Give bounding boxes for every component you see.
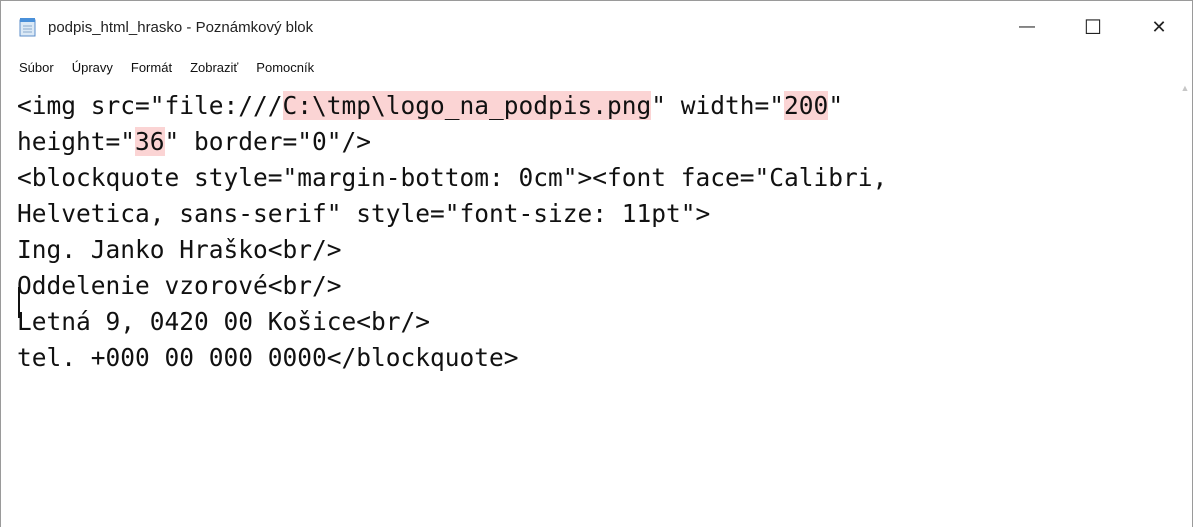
text-segment: Oddelenie vzorové<br/> — [17, 271, 342, 300]
menu-item-edit[interactable]: Úpravy — [72, 60, 113, 75]
highlighted-text: 200 — [784, 91, 829, 120]
vertical-scrollbar[interactable]: ▲ — [1178, 81, 1192, 527]
text-caret — [18, 287, 20, 318]
menu-item-view[interactable]: Zobraziť — [190, 60, 238, 75]
text-segment: height=" — [17, 127, 136, 156]
text-line: Oddelenie vzorové<br/> — [17, 268, 1192, 304]
text-line: Ing. Janko Hraško<br/> — [17, 232, 1192, 268]
maximize-button[interactable]: ☐ — [1060, 1, 1126, 53]
window-controls: — ☐ ✕ — [994, 1, 1192, 53]
text-segment: Letná 9, 0420 00 Košice<br/> — [17, 307, 431, 336]
text-line: tel. +000 00 000 0000</blockquote> — [17, 340, 1192, 376]
text-segment: <blockquote style="margin-bottom: 0cm"><… — [17, 163, 888, 192]
text-editor[interactable]: <img src="file:///C:\tmp\logo_na_podpis.… — [1, 81, 1192, 527]
text-segment: Helvetica, sans-serif" style="font-size:… — [17, 199, 711, 228]
window-title: podpis_html_hrasko - Poznámkový blok — [48, 18, 314, 36]
scroll-up-arrow-icon[interactable]: ▲ — [1178, 81, 1192, 95]
minimize-button[interactable]: — — [994, 1, 1060, 53]
maximize-icon: ☐ — [1084, 16, 1102, 39]
notepad-icon — [19, 17, 37, 37]
text-segment: <img src="file:/// — [17, 91, 283, 120]
text-line: Helvetica, sans-serif" style="font-size:… — [17, 196, 1192, 232]
text-segment: " — [828, 91, 844, 120]
menu-item-file[interactable]: Súbor — [19, 60, 54, 75]
text-line: Letná 9, 0420 00 Košice<br/> — [17, 304, 1192, 340]
notepad-window: podpis_html_hrasko - Poznámkový blok — ☐… — [0, 0, 1193, 527]
text-line: <blockquote style="margin-bottom: 0cm"><… — [17, 160, 1192, 196]
menu-bar: Súbor Úpravy Formát Zobraziť Pomocník — [1, 53, 1192, 81]
menu-item-help[interactable]: Pomocník — [256, 60, 314, 75]
highlighted-text: 36 — [135, 127, 165, 156]
text-segment: " width=" — [651, 91, 785, 120]
text-segment: " border="0"/> — [164, 127, 372, 156]
menu-item-format[interactable]: Formát — [131, 60, 172, 75]
minimize-icon: — — [1019, 18, 1035, 35]
text-line: height="36" border="0"/> — [17, 124, 1192, 160]
close-icon: ✕ — [1151, 16, 1167, 37]
text-line: <img src="file:///C:\tmp\logo_na_podpis.… — [17, 88, 1192, 124]
text-segment: tel. +000 00 000 0000</blockquote> — [17, 343, 519, 372]
text-segment: Ing. Janko Hraško<br/> — [17, 235, 342, 264]
close-button[interactable]: ✕ — [1126, 1, 1192, 53]
highlighted-text: C:\tmp\logo_na_podpis.png — [282, 91, 652, 120]
